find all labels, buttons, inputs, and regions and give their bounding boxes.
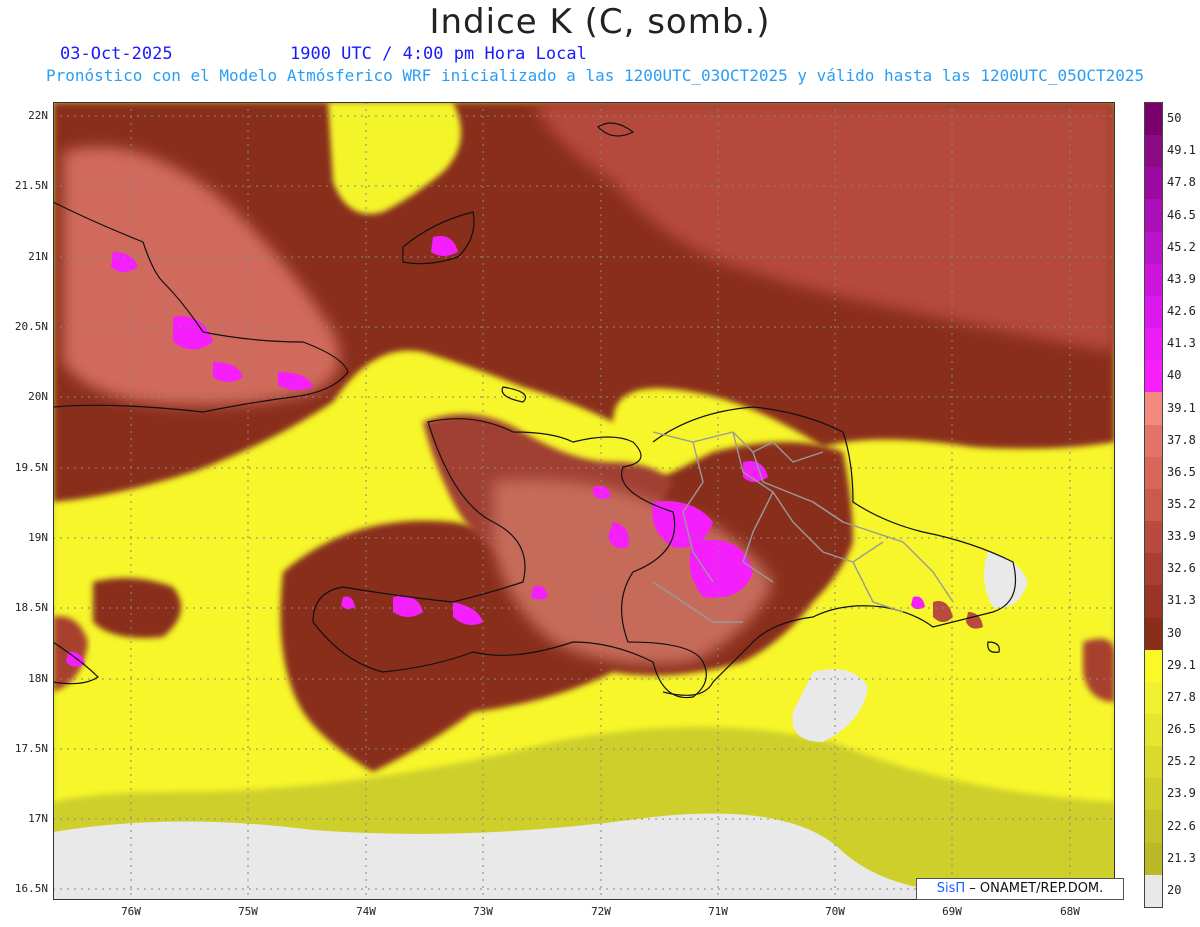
colorbar-label: 47.8 <box>1167 175 1196 190</box>
lat-label: 17N <box>28 812 48 825</box>
colorbar-segment <box>1145 167 1162 200</box>
colorbar-segment <box>1145 456 1162 489</box>
lat-label: 19N <box>28 531 48 544</box>
colorbar-label: 45.2 <box>1167 239 1196 254</box>
lat-label: 18N <box>28 672 48 685</box>
colorbar-label: 27.8 <box>1167 689 1196 704</box>
forecast-subtitle: Pronóstico con el Modelo Atmósferico WRF… <box>46 66 1145 85</box>
colorbar-label: 33.9 <box>1167 529 1196 544</box>
colorbar-label: 46.5 <box>1167 207 1196 222</box>
lat-label: 17.5N <box>14 742 48 755</box>
colorbar-segment <box>1145 778 1162 811</box>
colorbar-label: 35.2 <box>1167 497 1196 511</box>
colorbar-label: 31.3 <box>1167 593 1196 608</box>
colorbar-segment <box>1145 328 1162 361</box>
colorbar-label: 39.1 <box>1167 400 1196 415</box>
map-canvas <box>53 102 1115 900</box>
colorbar-label: 22.6 <box>1167 818 1196 833</box>
colorbar-label: 25.2 <box>1167 754 1196 769</box>
colorbar-segment <box>1145 585 1162 618</box>
lat-label: 22N <box>28 109 48 122</box>
colorbar-label: 29.1 <box>1167 657 1196 672</box>
colorbar-label: 30 <box>1167 625 1182 640</box>
colorbar-segment <box>1145 521 1162 554</box>
colorbar-label: 20 <box>1167 882 1182 897</box>
colorbar-label: 23.9 <box>1167 786 1196 801</box>
colorbar-segment <box>1145 103 1162 136</box>
colorbar-segment <box>1145 199 1162 232</box>
colorbar-segment <box>1145 617 1162 650</box>
lon-label: 69W <box>942 905 962 918</box>
colorbar-label: 41.3 <box>1167 336 1196 351</box>
colorbar-segment <box>1145 424 1162 457</box>
colorbar-label: 40 <box>1167 368 1182 383</box>
colorbar-segment <box>1145 231 1162 264</box>
colorbar-segment <box>1145 681 1162 714</box>
colorbar-segment <box>1145 713 1162 747</box>
colorbar-segment <box>1145 488 1162 522</box>
colorbar-label: 36.5 <box>1167 464 1196 479</box>
lon-label: 68W <box>1060 905 1080 918</box>
colorbar-label: 32.6 <box>1167 561 1196 576</box>
lat-label: 16.5N <box>14 882 48 895</box>
lon-label: 73W <box>473 905 493 918</box>
forecast-date: 03-Oct-2025 <box>60 44 173 64</box>
colorbar-label: 50 <box>1167 111 1182 126</box>
lon-label: 76W <box>121 905 141 918</box>
lat-label: 20N <box>28 390 48 403</box>
colorbar-label: 42.6 <box>1167 304 1196 319</box>
colorbar-segment <box>1145 746 1162 779</box>
colorbar-label: 49.1 <box>1167 143 1196 158</box>
colorbar <box>1144 102 1163 908</box>
lon-label: 71W <box>708 905 728 918</box>
colorbar-label: 21.3 <box>1167 850 1196 865</box>
colorbar-label: 43.9 <box>1167 271 1196 286</box>
credit-text: – ONAMET/REP.DOM. <box>969 881 1104 896</box>
lon-label: 75W <box>238 905 258 918</box>
colorbar-segment <box>1145 553 1162 586</box>
lon-label: 74W <box>356 905 376 918</box>
colorbar-segment <box>1145 295 1162 329</box>
credit-box: SisΠ – ONAMET/REP.DOM. <box>916 878 1124 900</box>
colorbar-segment <box>1145 842 1162 875</box>
colorbar-segment <box>1145 360 1162 393</box>
colorbar-segment <box>1145 392 1162 425</box>
lat-label: 20.5N <box>14 320 48 333</box>
colorbar-segment <box>1145 649 1162 682</box>
lat-label: 19.5N <box>14 461 48 474</box>
colorbar-segment <box>1145 135 1162 168</box>
colorbar-label: 26.5 <box>1167 722 1196 737</box>
lat-label: 21N <box>28 250 48 263</box>
colorbar-label: 37.8 <box>1167 432 1196 447</box>
forecast-time: 1900 UTC / 4:00 pm Hora Local <box>290 44 587 64</box>
lat-label: 21.5N <box>14 179 48 192</box>
colorbar-segment <box>1145 263 1162 296</box>
lat-label: 18.5N <box>14 601 48 614</box>
colorbar-segment <box>1145 810 1162 843</box>
k-index-map <box>53 102 1115 900</box>
lon-label: 70W <box>825 905 845 918</box>
lon-label: 72W <box>591 905 611 918</box>
map-title: Indice K (C, somb.) <box>429 2 771 42</box>
sispi-logo-text: SisΠ <box>936 881 966 896</box>
colorbar-segment <box>1145 874 1162 907</box>
